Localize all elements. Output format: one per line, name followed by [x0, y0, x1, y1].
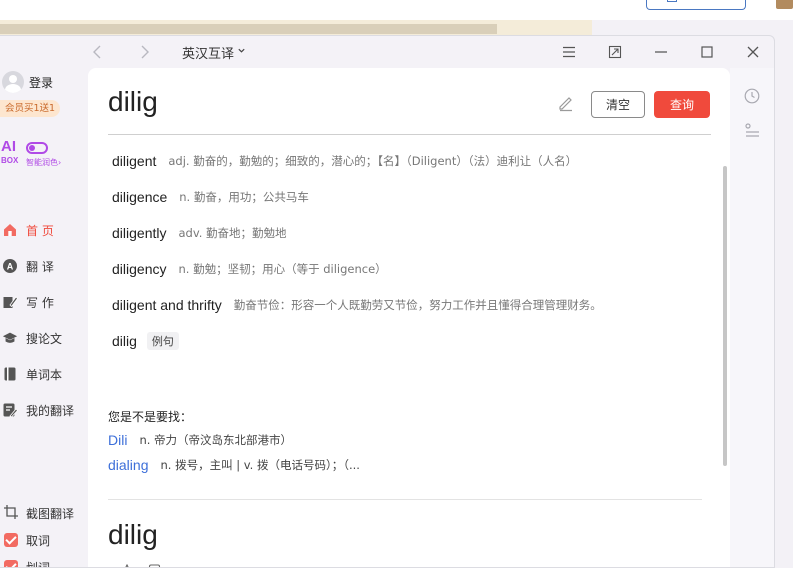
main-panel: dilig 清空 查询 diligent adj. 勤奋的，勤勉的；细致的，潜心…	[88, 68, 730, 567]
toggle-switch-icon[interactable]	[26, 142, 48, 154]
my-translation-icon	[2, 402, 18, 418]
pin-window-icon[interactable]	[604, 42, 626, 62]
screenshot-translate-label: 截图翻译	[26, 506, 75, 521]
alternate-word-definition: n. 帝力（帝汶岛东北部港市）	[139, 433, 293, 447]
alternate-word-link[interactable]: Dili	[108, 432, 127, 448]
screenshot-translate-button[interactable]: 截图翻译	[4, 504, 74, 522]
login-label: 登录	[29, 75, 54, 90]
language-mode-select[interactable]: 英汉互译	[182, 43, 246, 62]
scrollbar[interactable]	[722, 166, 728, 466]
suggestion-word: diligent	[112, 153, 157, 169]
sidebar-item-paper[interactable]: 搜论文	[2, 328, 62, 348]
suggestion-definition: n. 勤勉；坚韧；用心（等于 diligence）	[178, 262, 387, 276]
sidebar-item-translate[interactable]: A 翻 译	[2, 256, 54, 276]
suggestion-item[interactable]: diligence n. 勤奋，用功；公共马车	[112, 184, 309, 210]
aibox-polish-toggle[interactable]: AI BOX 智能润色›	[0, 138, 70, 168]
clear-button[interactable]: 清空	[591, 91, 645, 118]
aibox-logo-box: BOX	[1, 156, 19, 165]
right-rail	[730, 68, 774, 567]
divider	[108, 134, 711, 135]
language-mode-label: 英汉互译	[182, 46, 235, 62]
sidebar-item-wordbook[interactable]: 单词本	[2, 364, 62, 384]
star-icon[interactable]	[118, 563, 136, 567]
desktop-window-behind-bar	[0, 24, 497, 34]
scrollbar-thumb[interactable]	[723, 166, 727, 466]
suggestion-definition: n. 勤奋，用功；公共马车	[179, 190, 309, 204]
did-you-mean-item[interactable]: Dili n. 帝力（帝汶岛东北部港市）	[108, 432, 292, 448]
sidebar-item-label: 搜论文	[26, 331, 63, 346]
alternate-word-definition: n. 拨号，主叫 | v. 拨（电话号码）；（...	[160, 458, 360, 472]
did-you-mean-item[interactable]: dialing n. 拨号，主叫 | v. 拨（电话号码）；（...	[108, 457, 360, 473]
edit-pencil-icon[interactable]	[557, 94, 575, 112]
suggestion-definition: 勤奋节俭：形容一个人既勤劳又节俭，努力工作并且懂得合理管理财务。	[233, 298, 602, 312]
crop-icon	[4, 504, 18, 522]
maximize-icon[interactable]	[696, 42, 718, 62]
home-icon	[2, 222, 18, 238]
wordbook-icon	[2, 366, 18, 382]
login-button[interactable]: 登录	[2, 71, 53, 93]
suggestion-item[interactable]: diligency n. 勤勉；坚韧；用心（等于 diligence）	[112, 256, 387, 282]
search-input[interactable]: dilig	[108, 86, 158, 118]
alternate-word-link[interactable]: dialing	[108, 457, 148, 473]
back-arrow-icon[interactable]	[88, 42, 108, 62]
close-icon[interactable]	[742, 42, 764, 62]
settings-sliders-icon[interactable]	[743, 122, 761, 140]
desktop-avatar[interactable]	[776, 0, 793, 9]
sidebar-item-write[interactable]: 写 作	[2, 292, 54, 312]
sidebar-item-my-translation[interactable]: 我的翻译	[2, 400, 74, 420]
sidebar-item-label: 单词本	[26, 367, 63, 382]
suggestion-word: diligently	[112, 225, 167, 241]
forward-arrow-icon[interactable]	[134, 42, 154, 62]
suggestion-word: diligent and thrifty	[112, 297, 222, 313]
svg-text:A: A	[7, 262, 14, 272]
write-icon	[2, 294, 18, 310]
history-clock-icon[interactable]	[743, 87, 761, 105]
dictionary-window: 英汉互译 登录 会员买1送1 AI BOX 智能润色› 首 页 A 翻 译 写 …	[0, 35, 775, 568]
sidebar-item-label: 翻 译	[26, 259, 54, 274]
select-word-label: 划词	[26, 560, 51, 568]
sidebar: 登录 会员买1送1 AI BOX 智能润色› 首 页 A 翻 译 写 作 搜论文…	[0, 68, 88, 568]
pick-word-label: 取词	[26, 533, 51, 548]
suggestion-item[interactable]: diligently adv. 勤奋地；勤勉地	[112, 220, 287, 246]
pick-word-checkbox[interactable]	[4, 533, 18, 547]
suggestion-word: diligency	[112, 261, 167, 277]
sidebar-item-label: 写 作	[26, 295, 54, 310]
desktop-button-icon	[667, 0, 677, 2]
note-edit-icon[interactable]	[147, 563, 165, 567]
graduation-cap-icon	[2, 330, 18, 346]
chevron-down-icon	[237, 46, 246, 58]
sidebar-item-label: 我的翻译	[26, 403, 75, 418]
desktop-taskbar-button[interactable]	[646, 0, 746, 10]
pick-word-toggle[interactable]: 取词	[4, 531, 50, 549]
aibox-logo-ai: AI	[1, 138, 16, 155]
example-sentence-tag[interactable]: 例句	[146, 332, 179, 350]
translate-icon: A	[2, 258, 18, 274]
did-you-mean-heading: 您是不是要找：	[108, 410, 193, 424]
avatar[interactable]	[2, 71, 24, 93]
search-button[interactable]: 查询	[654, 91, 710, 118]
divider	[108, 499, 702, 500]
suggestion-word: dilig	[112, 333, 137, 349]
sidebar-item-home[interactable]: 首 页	[2, 220, 54, 240]
sidebar-item-label: 首 页	[26, 223, 54, 238]
suggestion-item[interactable]: dilig 例句	[112, 328, 179, 354]
suggestion-definition: adv. 勤奋地；勤勉地	[178, 226, 287, 240]
result-headword: dilig	[108, 519, 158, 550]
select-word-checkbox[interactable]	[4, 560, 18, 567]
title-bar: 英汉互译	[0, 36, 774, 68]
suggestion-item[interactable]: diligent adj. 勤奋的，勤勉的；细致的，潜心的；【名】（Dilige…	[112, 148, 577, 174]
suggestion-item[interactable]: diligent and thrifty 勤奋节俭：形容一个人既勤劳又节俭，努力…	[112, 292, 602, 318]
minimize-icon[interactable]	[650, 42, 672, 62]
aibox-label: 智能润色›	[26, 158, 62, 167]
suggestion-definition: adj. 勤奋的，勤勉的；细致的，潜心的；【名】（Diligent）（法）迪利让…	[168, 154, 578, 168]
suggestion-word: diligence	[112, 189, 168, 205]
select-word-toggle[interactable]: 划词	[4, 558, 51, 568]
vip-promo-badge[interactable]: 会员买1送1	[0, 100, 61, 117]
menu-icon[interactable]	[558, 42, 580, 62]
